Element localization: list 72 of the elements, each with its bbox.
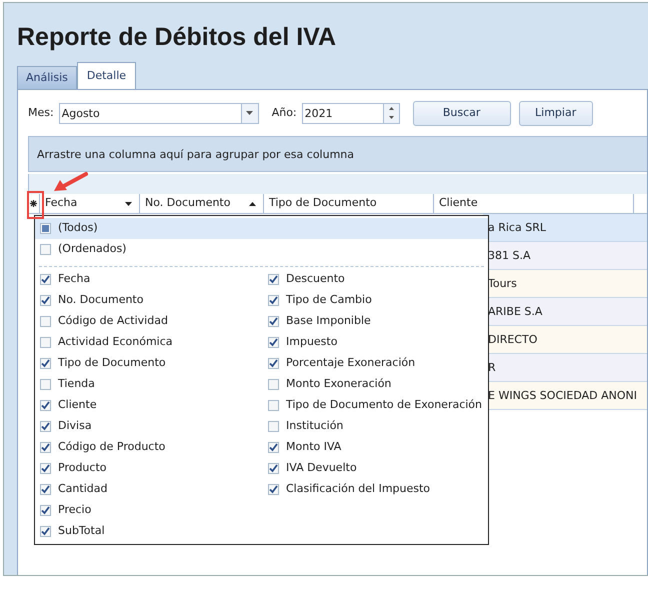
- checkbox[interactable]: [40, 484, 51, 495]
- group-panel-hint: Arrastre una columna aquí para agrupar por esa columna: [37, 148, 354, 161]
- checkbox-label: Tipo de Cambio: [286, 292, 372, 308]
- checkbox[interactable]: [40, 379, 51, 390]
- checkbox-label: Fecha: [58, 271, 90, 288]
- checkbox[interactable]: [268, 295, 279, 306]
- checkbox[interactable]: [40, 526, 51, 537]
- checkbox[interactable]: [40, 421, 51, 432]
- checkbox-label: Institución: [286, 418, 344, 434]
- checkbox-label: Monto IVA: [286, 439, 342, 456]
- checkbox-label: Monto Exoneración: [286, 376, 392, 392]
- list-item[interactable]: (Todos): [35, 218, 488, 239]
- checkbox-label: Cantidad: [58, 481, 108, 498]
- checkbox[interactable]: [40, 274, 51, 285]
- checkbox[interactable]: [40, 316, 51, 327]
- checkbox-label: Código de Producto: [58, 439, 166, 456]
- checkbox-label: SubTotal: [58, 523, 105, 540]
- column-header[interactable]: Fecha: [40, 194, 140, 213]
- checkbox[interactable]: [40, 295, 51, 306]
- checkbox[interactable]: [268, 274, 279, 285]
- checkbox[interactable]: [268, 484, 279, 495]
- checkbox[interactable]: [268, 442, 279, 453]
- checkbox-label: Clasificación del Impuesto: [286, 481, 430, 498]
- checkbox[interactable]: [268, 421, 279, 432]
- checkbox-label: Producto: [58, 460, 106, 476]
- checkbox[interactable]: [40, 442, 51, 453]
- checkbox-label: Base Imponible: [286, 313, 371, 330]
- checkbox[interactable]: [40, 400, 51, 411]
- table-cell[interactable]: a Rica SRL: [483, 214, 647, 242]
- checkbox[interactable]: [40, 358, 51, 369]
- caret-icon: [246, 111, 254, 115]
- page-title: Reporte de Débitos del IVA: [16, 22, 338, 53]
- down-caret-icon: [388, 116, 394, 120]
- checkbox-label: No. Documento: [58, 292, 144, 308]
- checkbox-label: Tipo de Documento de Exoneración: [286, 397, 482, 414]
- sort-ascending-icon: [249, 202, 256, 206]
- column-header[interactable]: No. Documento: [140, 194, 264, 213]
- checkbox[interactable]: [40, 505, 51, 516]
- clear-button[interactable]: Limpiar: [518, 100, 593, 126]
- column-header[interactable]: Cliente: [434, 194, 634, 213]
- checkbox[interactable]: [268, 400, 279, 411]
- checkbox-label: Impuesto: [286, 334, 338, 350]
- tab[interactable]: Análisis: [17, 66, 77, 89]
- dropdown-caret-icon[interactable]: [125, 202, 132, 206]
- checkbox[interactable]: [40, 337, 51, 348]
- tab[interactable]: Detalle: [76, 62, 136, 89]
- checkbox[interactable]: [268, 463, 279, 474]
- checkbox-label: Cliente: [58, 397, 97, 414]
- highlight-rectangle: [27, 191, 44, 219]
- search-button[interactable]: Buscar: [412, 100, 511, 126]
- asterisk-icon[interactable]: [30, 200, 37, 207]
- checkbox-label: Código de Actividad: [58, 313, 168, 330]
- checkbox[interactable]: [268, 358, 279, 369]
- checkbox-label: Porcentaje Exoneración: [286, 355, 416, 372]
- month-label: Mes:: [28, 104, 54, 121]
- checkbox-label: Precio: [58, 502, 92, 518]
- year-spinner[interactable]: 2021: [302, 102, 400, 124]
- checkbox-label: Divisa: [58, 418, 92, 434]
- checkbox-label: Descuento: [286, 271, 345, 288]
- checkbox-label: Tienda: [58, 376, 95, 392]
- checkbox[interactable]: [268, 379, 279, 390]
- month-dropdown[interactable]: Agosto: [58, 102, 259, 124]
- checkbox[interactable]: [40, 463, 51, 474]
- checkbox-label: Actividad Económica: [58, 334, 173, 350]
- checkbox[interactable]: [268, 337, 279, 348]
- year-label: Año:: [272, 104, 297, 121]
- checkbox[interactable]: [268, 316, 279, 327]
- arrow-annotation: [52, 171, 88, 193]
- up-caret-icon: [388, 106, 394, 110]
- column-header[interactable]: Tipo de Documento: [264, 194, 434, 213]
- checkbox-label: IVA Devuelto: [286, 460, 357, 476]
- checkbox-label: Tipo de Documento: [58, 355, 166, 372]
